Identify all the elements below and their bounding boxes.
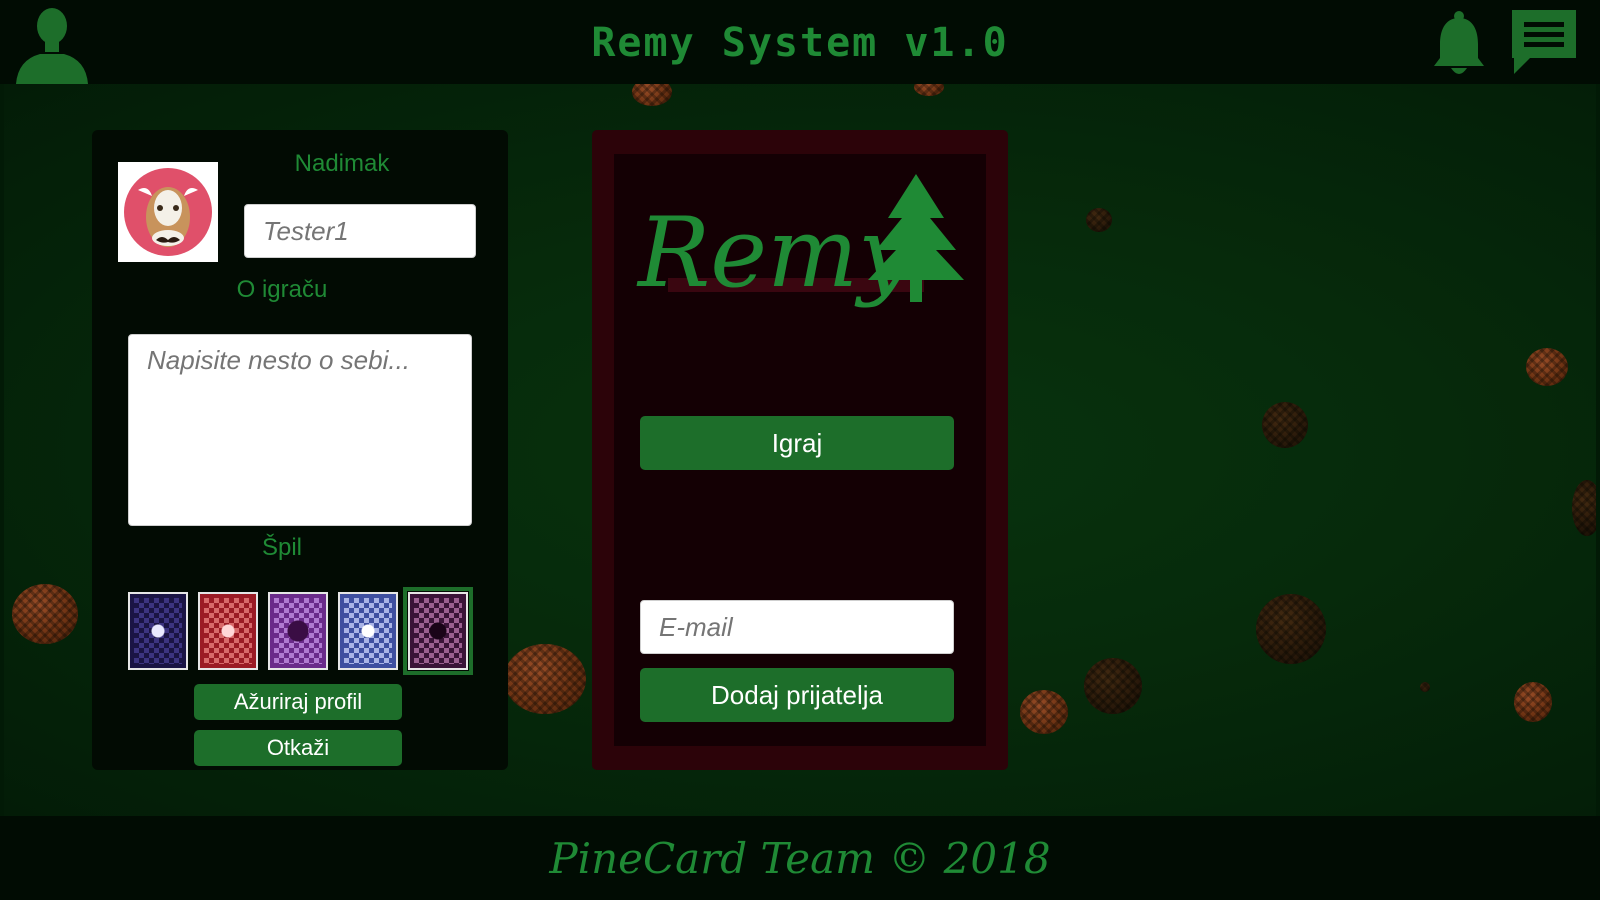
update-profile-button[interactable]: Ažuriraj profil xyxy=(194,684,402,720)
deck-label: Špil xyxy=(261,534,303,561)
nickname-label: Nadimak xyxy=(294,150,390,177)
pinecone-decoration xyxy=(632,84,672,106)
pinecone-decoration xyxy=(1262,402,1308,448)
pinecone-decoration xyxy=(1086,208,1112,232)
pinecone-decoration xyxy=(1514,682,1552,722)
avatar[interactable] xyxy=(118,162,218,262)
bell-icon[interactable] xyxy=(1430,8,1488,78)
game-panel-inner: Remy Igraj Dodaj prijatelja xyxy=(614,154,986,746)
about-label: O igraču xyxy=(236,276,328,303)
pinecone-decoration xyxy=(1572,480,1596,536)
pinecone-decoration xyxy=(1526,348,1568,386)
pinecone-decoration xyxy=(12,584,78,644)
email-input[interactable] xyxy=(640,600,954,654)
logo-text: Remy xyxy=(636,197,914,309)
cow-avatar-icon xyxy=(124,168,212,256)
deck-option-blue[interactable] xyxy=(338,592,398,670)
footer: PineCard Team © 2018 xyxy=(0,816,1600,900)
about-textarea[interactable] xyxy=(128,334,472,526)
deck-selector xyxy=(128,586,478,676)
chat-message-icon[interactable] xyxy=(1508,6,1580,76)
play-button[interactable]: Igraj xyxy=(640,416,954,470)
deck-option-red[interactable] xyxy=(198,592,258,670)
nickname-input[interactable] xyxy=(244,204,476,258)
pinecone-decoration xyxy=(1420,682,1430,692)
deck-option-navy[interactable] xyxy=(128,592,188,670)
remy-logo: Remy xyxy=(636,174,964,309)
pinecone-decoration xyxy=(1084,658,1142,714)
deck-option-purple[interactable] xyxy=(268,592,328,670)
game-panel: Remy Igraj Dodaj prijatelja xyxy=(592,130,1008,770)
deck-option-plum[interactable] xyxy=(403,587,473,675)
pinecone-decoration xyxy=(1256,594,1326,664)
pinecone-decoration xyxy=(914,84,944,96)
footer-text: PineCard Team © 2018 xyxy=(549,834,1051,883)
pinecone-decoration xyxy=(1020,690,1068,734)
cancel-button[interactable]: Otkaži xyxy=(194,730,402,766)
top-bar: Remy System v1.0 xyxy=(0,0,1600,84)
profile-panel: Nadimak O igraču Špil Ažuriraj profil Ot… xyxy=(92,130,508,770)
add-friend-button[interactable]: Dodaj prijatelja xyxy=(640,668,954,722)
pinecone-decoration xyxy=(504,644,586,714)
app-title: Remy System v1.0 xyxy=(591,20,1009,66)
